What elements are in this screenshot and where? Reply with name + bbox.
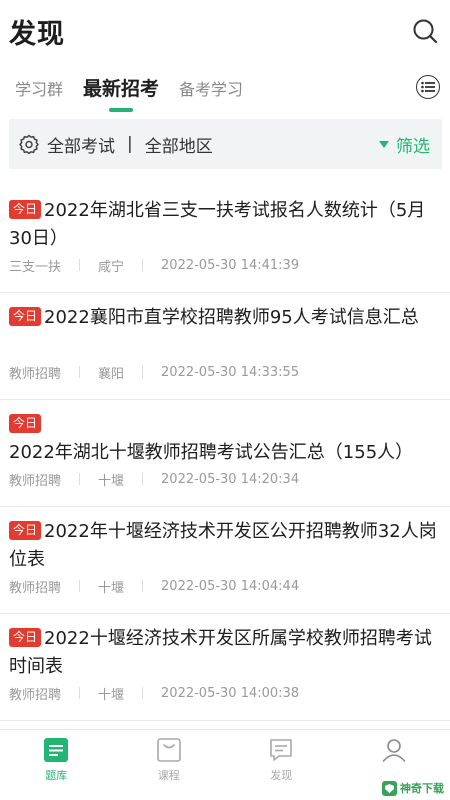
- divider: [142, 259, 144, 271]
- article-meta: 教师招聘 襄阳 2022-05-30 14:33:55: [9, 363, 441, 382]
- list-item[interactable]: 今日 2022襄阳市直学校招聘教师95人考试信息汇总 教师招聘 襄阳 2022-0…: [0, 293, 450, 400]
- article-category: 教师招聘: [9, 687, 62, 703]
- divider: [79, 366, 81, 378]
- today-badge: 今日: [9, 628, 42, 647]
- today-badge: 今日: [9, 200, 42, 219]
- article-title: 今日 2022年湖北十堰教师招聘考试公告汇总（155人）: [9, 411, 441, 467]
- list-menu-icon: [421, 81, 435, 93]
- article-meta: 教师招聘 十堰 2022-05-30 14:00:38: [9, 684, 441, 703]
- app-screen: 发现 学习群 最新招考 备考学习 全部考试 | 全部地区 筛选 今日 2022年…: [0, 0, 450, 800]
- article-title-text: 2022年湖北省三支一扶考试报名人数统计（5月30日）: [9, 200, 426, 249]
- gear-icon[interactable]: [19, 134, 39, 154]
- article-title-text: 2022襄阳市直学校招聘教师95人考试信息汇总: [44, 307, 419, 328]
- article-time: 2022-05-30 14:00:38: [161, 685, 300, 701]
- nav-label: 课程: [157, 769, 180, 782]
- caret-down-icon: [379, 140, 389, 148]
- course-bag-icon: [155, 736, 183, 764]
- filter-bar: 全部考试 | 全部地区 筛选: [9, 119, 442, 169]
- tab-label: 备考学习: [179, 80, 244, 99]
- today-badge: 今日: [9, 414, 42, 433]
- search-icon: [413, 19, 438, 44]
- active-tab-indicator: [109, 108, 134, 112]
- article-category: 教师招聘: [9, 473, 62, 489]
- today-badge: 今日: [9, 307, 42, 326]
- article-meta: 教师招聘 十堰 2022-05-30 14:04:44: [9, 577, 441, 596]
- divider: [142, 366, 144, 378]
- article-title: 今日 2022襄阳市直学校招聘教师95人考试信息汇总: [9, 304, 441, 360]
- tab-label: 学习群: [15, 80, 64, 99]
- article-time: 2022-05-30 14:41:39: [161, 257, 300, 273]
- article-title: 今日 2022十堰经济技术开发区所属学校教师招聘考试时间表: [9, 625, 441, 681]
- article-time: 2022-05-30 14:04:44: [161, 578, 300, 594]
- article-title-text: 2022年十堰经济技术开发区公开招聘教师32人岗位表: [9, 521, 437, 570]
- list-menu-button[interactable]: [416, 75, 440, 99]
- article-title-text: 2022十堰经济技术开发区所属学校教师招聘考试时间表: [9, 628, 432, 677]
- profile-icon: [380, 736, 408, 764]
- nav-discover[interactable]: 发现: [225, 730, 338, 800]
- today-badge: 今日: [9, 521, 42, 540]
- article-meta: 教师招聘 十堰 2022-05-30 14:20:34: [9, 470, 441, 489]
- nav-question-bank[interactable]: 题库: [0, 730, 113, 800]
- article-region: 咸宁: [98, 259, 125, 275]
- divider: [79, 259, 81, 271]
- article-category: 教师招聘: [9, 580, 62, 596]
- article-list: 今日 2022年湖北省三支一扶考试报名人数统计（5月30日） 三支一扶 咸宁 20…: [0, 186, 450, 721]
- search-button[interactable]: [410, 16, 440, 46]
- tab-bar: 学习群 最新招考 备考学习: [0, 62, 450, 114]
- divider: [79, 580, 81, 592]
- watermark: 神奇下载: [382, 780, 444, 796]
- exam-filter[interactable]: 全部考试: [47, 132, 115, 157]
- article-meta: 三支一扶 咸宁 2022-05-30 14:41:39: [9, 256, 441, 275]
- filter-separator: |: [127, 134, 133, 154]
- divider: [142, 580, 144, 592]
- tab-latest-exams[interactable]: 最新招考: [83, 62, 159, 114]
- region-filter[interactable]: 全部地区: [145, 132, 213, 157]
- article-region: 十堰: [98, 687, 125, 703]
- article-category: 三支一扶: [9, 259, 62, 275]
- article-title: 今日 2022年湖北省三支一扶考试报名人数统计（5月30日）: [9, 197, 441, 253]
- tab-label: 最新招考: [83, 78, 160, 100]
- article-time: 2022-05-30 14:33:55: [161, 364, 300, 380]
- article-region: 十堰: [98, 473, 125, 489]
- divider: [79, 687, 81, 699]
- nav-label: 题库: [45, 769, 68, 782]
- filter-button[interactable]: 筛选: [379, 132, 430, 157]
- article-title: 今日 2022年十堰经济技术开发区公开招聘教师32人岗位表: [9, 518, 441, 574]
- article-region: 十堰: [98, 580, 125, 596]
- filter-button-label: 筛选: [396, 136, 430, 157]
- page-title: 发现: [9, 18, 65, 50]
- question-bank-icon: [42, 736, 70, 764]
- nav-label: 发现: [270, 769, 293, 782]
- list-item[interactable]: 今日 2022十堰经济技术开发区所属学校教师招聘考试时间表 教师招聘 十堰 202…: [0, 614, 450, 721]
- nav-courses[interactable]: 课程: [113, 730, 226, 800]
- article-category: 教师招聘: [9, 366, 62, 382]
- watermark-text: 神奇下载: [400, 782, 444, 795]
- list-item[interactable]: 今日 2022年湖北十堰教师招聘考试公告汇总（155人） 教师招聘 十堰 2022…: [0, 400, 450, 507]
- divider: [142, 687, 144, 699]
- tab-study-group[interactable]: 学习群: [15, 62, 63, 114]
- list-item[interactable]: 今日 2022年十堰经济技术开发区公开招聘教师32人岗位表 教师招聘 十堰 202…: [0, 507, 450, 614]
- divider: [142, 473, 144, 485]
- list-item[interactable]: 今日 2022年湖北省三支一扶考试报名人数统计（5月30日） 三支一扶 咸宁 20…: [0, 186, 450, 293]
- discover-chat-icon: [267, 736, 295, 764]
- article-region: 襄阳: [98, 366, 125, 382]
- article-time: 2022-05-30 14:20:34: [161, 471, 300, 487]
- tab-exam-prep[interactable]: 备考学习: [179, 62, 243, 114]
- header: 发现: [0, 0, 450, 62]
- divider: [79, 473, 81, 485]
- watermark-logo-icon: [382, 780, 397, 796]
- article-title-text: 2022年湖北十堰教师招聘考试公告汇总（155人）: [9, 442, 414, 463]
